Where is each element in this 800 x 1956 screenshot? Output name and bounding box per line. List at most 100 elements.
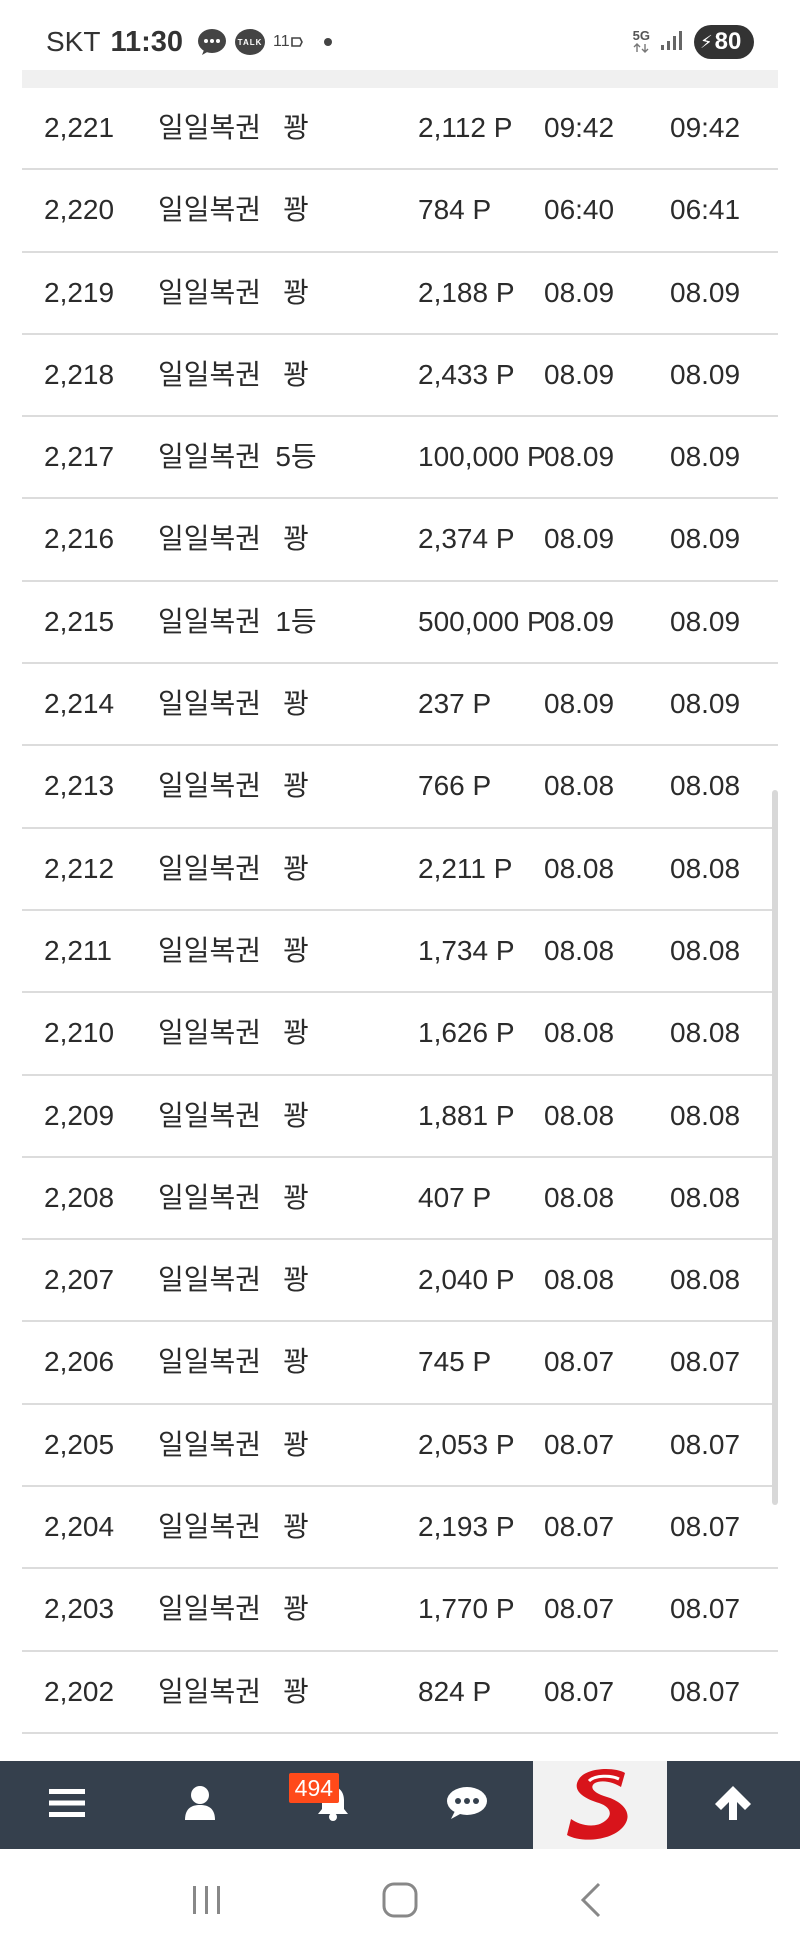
status-time: 11:30 — [110, 25, 184, 58]
app-notification-label: 11 — [273, 33, 290, 50]
lottery-name: 일일복권 — [158, 1099, 262, 1131]
list-item[interactable]: 2,214 일일복권 꽝 237 P 08.09 08.09 — [22, 664, 778, 747]
end-date: 08.08 — [670, 852, 741, 884]
end-date: 08.08 — [670, 1099, 741, 1131]
list-item[interactable]: 2,205 일일복권 꽝 2,053 P 08.07 08.07 — [22, 1405, 778, 1488]
result-label: 꽝 — [283, 1675, 309, 1707]
list-item[interactable]: 2,216 일일복권 꽝 2,374 P 08.09 08.09 — [22, 499, 778, 582]
entry-number: 2,207 — [44, 1264, 115, 1296]
list-item[interactable]: 2,215 일일복권 1등 500,000 P 08.09 08.09 — [22, 582, 778, 665]
lottery-name: 일일복권 — [158, 1181, 262, 1213]
entry-number: 2,210 — [44, 1017, 115, 1049]
points-value: 784 P — [418, 194, 492, 226]
menu-button[interactable] — [0, 1761, 133, 1849]
site-logo-button[interactable] — [533, 1761, 667, 1849]
arrow-up-icon — [713, 1784, 753, 1827]
entry-number: 2,211 — [44, 934, 112, 966]
start-date: 08.09 — [544, 276, 615, 308]
list-item[interactable]: 2,209 일일복권 꽝 1,881 P 08.08 08.08 — [22, 1076, 778, 1158]
recents-icon[interactable] — [187, 1880, 227, 1925]
points-value: 2,053 P — [418, 1428, 515, 1460]
entry-number: 2,202 — [44, 1675, 115, 1707]
entry-number: 2,221 — [44, 112, 115, 143]
result-label: 꽝 — [283, 276, 309, 308]
end-date: 08.09 — [670, 523, 741, 555]
system-navigation-bar — [0, 1849, 800, 1956]
result-label: 꽝 — [283, 770, 309, 802]
end-date: 06:41 — [670, 194, 741, 226]
start-date: 08.08 — [544, 770, 615, 802]
result-label: 꽝 — [283, 688, 309, 720]
list-item[interactable]: 2,218 일일복권 꽝 2,433 P 08.09 08.09 — [22, 335, 778, 418]
points-value: 2,211 P — [418, 852, 513, 884]
list-item[interactable]: 2,203 일일복권 꽝 1,770 P 08.07 08.07 — [22, 1569, 778, 1652]
points-value: 745 P — [418, 1346, 492, 1378]
start-date: 08.09 — [544, 358, 615, 390]
list-item[interactable]: 2,208 일일복권 꽝 407 P 08.08 08.08 — [22, 1158, 778, 1241]
points-value: 237 P — [418, 688, 492, 720]
lottery-name: 일일복권 — [158, 934, 262, 966]
points-value: 1,734 P — [418, 934, 515, 966]
end-date: 08.08 — [670, 1017, 741, 1049]
entry-number: 2,203 — [44, 1593, 115, 1625]
list-item[interactable]: 2,221 일일복권 꽝 2,112 P 09:42 09:42 — [22, 88, 778, 171]
entry-number: 2,213 — [44, 770, 115, 802]
list-item[interactable]: 2,217 일일복권 5등 100,000 P 08.09 08.09 — [22, 417, 778, 500]
list-item[interactable]: 2,211 일일복권 꽝 1,734 P 08.08 08.08 — [22, 911, 778, 994]
lottery-name: 일일복권 — [158, 770, 262, 802]
list-item[interactable]: 2,204 일일복권 꽝 2,193 P 08.07 08.07 — [22, 1487, 778, 1570]
list-item[interactable]: 2,206 일일복권 꽝 745 P 08.07 08.07 — [22, 1322, 778, 1405]
list-item[interactable]: 2,213 일일복권 꽝 766 P 08.08 08.08 — [22, 746, 778, 829]
start-date: 08.07 — [544, 1346, 615, 1378]
scrollbar[interactable] — [772, 790, 778, 1505]
result-label: 꽝 — [283, 1099, 309, 1131]
back-icon[interactable] — [573, 1880, 613, 1925]
end-date: 08.09 — [670, 605, 741, 637]
entry-number: 2,214 — [44, 688, 115, 720]
home-icon[interactable] — [380, 1880, 420, 1925]
start-date: 08.08 — [544, 1264, 615, 1296]
list-item[interactable]: 2,202 일일복권 꽝 824 P 08.07 08.07 — [22, 1652, 778, 1734]
result-label: 꽝 — [283, 523, 309, 555]
points-value: 1,770 P — [418, 1593, 515, 1625]
entry-number: 2,220 — [44, 194, 115, 226]
start-date: 08.07 — [544, 1593, 615, 1625]
list-item[interactable]: 2,210 일일복권 꽝 1,626 P 08.08 08.08 — [22, 993, 778, 1076]
profile-button[interactable] — [133, 1761, 266, 1849]
points-value: 766 P — [418, 770, 492, 802]
end-date: 08.07 — [670, 1511, 741, 1543]
charging-icon: ⚡ — [700, 31, 713, 52]
result-label: 1등 — [275, 605, 317, 637]
start-date: 08.07 — [544, 1675, 615, 1707]
result-label: 꽝 — [283, 1346, 309, 1378]
lottery-name: 일일복권 — [158, 523, 262, 555]
start-date: 09:42 — [544, 112, 615, 143]
points-value: 2,112 P — [418, 112, 513, 143]
entry-number: 2,208 — [44, 1181, 115, 1213]
scroll-to-top-button[interactable] — [667, 1761, 800, 1849]
more-notifications-dot — [323, 38, 332, 46]
list-item[interactable]: 2,219 일일복권 꽝 2,188 P 08.09 08.09 — [22, 253, 778, 335]
points-value: 2,188 P — [418, 276, 515, 308]
start-date: 08.09 — [544, 605, 615, 637]
list-item[interactable]: 2,212 일일복권 꽝 2,211 P 08.08 08.08 — [22, 829, 778, 911]
lottery-name: 일일복권 — [158, 1346, 262, 1378]
chat-button[interactable] — [400, 1761, 533, 1849]
points-value: 824 P — [418, 1675, 492, 1707]
notifications-button[interactable]: 494 — [267, 1761, 400, 1849]
entry-number: 2,217 — [44, 441, 115, 473]
start-date: 08.08 — [544, 934, 615, 966]
entry-number: 2,218 — [44, 358, 115, 390]
signal-icon — [660, 29, 684, 56]
notification-badge: 494 — [288, 1773, 340, 1803]
points-value: 500,000 P — [418, 605, 546, 637]
result-label: 꽝 — [283, 934, 309, 966]
list-item[interactable]: 2,220 일일복권 꽝 784 P 06:40 06:41 — [22, 170, 778, 253]
message-notification-icon — [197, 28, 227, 56]
end-date: 08.09 — [670, 441, 741, 473]
lottery-history-list: 2,221 일일복권 꽝 2,112 P 09:42 09:42 2,220 일일복권 꽝 784… — [22, 88, 778, 1734]
list-item[interactable]: 2,207 일일복권 꽝 2,040 P 08.08 08.08 — [22, 1240, 778, 1323]
result-label: 꽝 — [283, 1264, 309, 1296]
start-date: 08.07 — [544, 1511, 615, 1543]
lottery-name: 일일복권 — [158, 1511, 262, 1543]
